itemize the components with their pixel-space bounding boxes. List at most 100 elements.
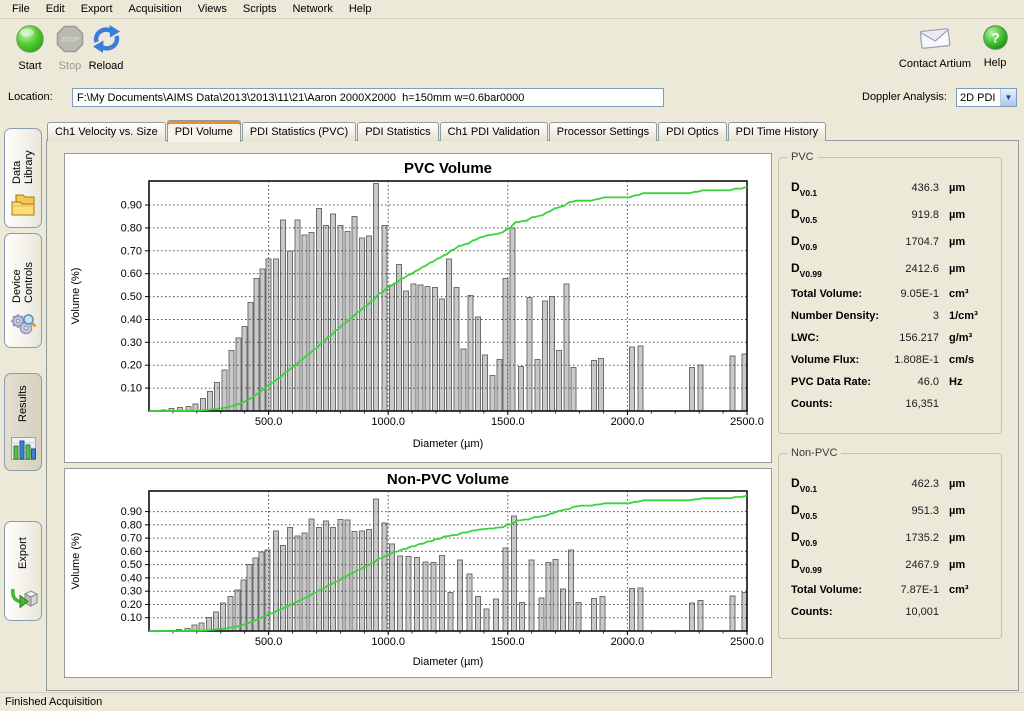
stat-row: DV0.992467.9µm	[791, 557, 991, 584]
stat-value: 46.0	[871, 376, 949, 388]
stat-row: Counts:10,001	[791, 606, 991, 628]
svg-text:PVC Volume: PVC Volume	[404, 160, 492, 177]
svg-text:0.70: 0.70	[121, 245, 142, 257]
status-bar: Finished Acquisition	[0, 692, 1024, 711]
folders-icon	[9, 192, 37, 221]
menu-bar: FileEditExportAcquisitionViewsScriptsNet…	[0, 0, 1024, 19]
stat-row: LWC:156.217g/m³	[791, 332, 991, 354]
svg-text:Non-PVC Volume: Non-PVC Volume	[387, 471, 509, 488]
menu-item-export[interactable]: Export	[73, 1, 121, 17]
stat-row: DV0.1462.3µm	[791, 476, 991, 503]
groupbox-title: Non-PVC	[787, 447, 841, 459]
location-row: Location: Doppler Analysis: 2D PDI ▼	[0, 84, 1024, 112]
stat-unit: 1/cm³	[949, 310, 991, 322]
stat-value: 9.05E-1	[862, 288, 949, 300]
help-button[interactable]: ? Help	[973, 24, 1017, 69]
sidebar-item-device-controls[interactable]: Device Controls	[4, 233, 42, 348]
tab-strip: Ch1 Velocity vs. SizePDI VolumePDI Stati…	[47, 119, 827, 141]
menu-item-file[interactable]: File	[4, 1, 38, 17]
toolbar: StartSTOPStopReloadContact Artium?Help	[0, 20, 1024, 82]
results-icon	[10, 436, 37, 464]
svg-text:?: ?	[991, 30, 1000, 46]
sidebar-item-label: Device Controls	[11, 234, 35, 309]
pvc-volume-chart: 0.100.200.300.400.500.600.700.800.90500.…	[64, 153, 772, 463]
groupbox-title: PVC	[787, 151, 818, 163]
stat-label: Number Density:	[791, 310, 879, 322]
stat-value: 436.3	[817, 182, 949, 194]
stat-label: DV0.99	[791, 557, 822, 573]
svg-text:0.40: 0.40	[121, 314, 142, 326]
svg-text:0.20: 0.20	[121, 360, 142, 372]
menu-item-network[interactable]: Network	[284, 1, 340, 17]
non-pvc-volume-chart: 0.100.200.300.400.500.600.700.800.90500.…	[64, 468, 772, 678]
menu-item-views[interactable]: Views	[190, 1, 235, 17]
reload-button[interactable]: Reload	[84, 24, 128, 72]
stat-value: 1.808E-1	[859, 354, 949, 366]
doppler-analysis-select[interactable]: 2D PDI ▼	[956, 88, 1017, 107]
tab-processor-settings[interactable]: Processor Settings	[549, 122, 657, 141]
svg-text:0.20: 0.20	[121, 599, 142, 611]
sidebar-item-export[interactable]: Export	[4, 521, 42, 621]
menu-item-edit[interactable]: Edit	[38, 1, 73, 17]
stat-row: DV0.91735.2µm	[791, 530, 991, 557]
stat-row: DV0.91704.7µm	[791, 234, 991, 261]
export-icon	[9, 586, 38, 614]
envelope-icon	[916, 24, 954, 55]
stat-value: 1735.2	[817, 532, 949, 544]
stat-value: 2412.6	[822, 263, 949, 275]
sidebar-item-data-library[interactable]: Data Library	[4, 128, 42, 228]
tab-ch1-pdi-validation[interactable]: Ch1 PDI Validation	[440, 122, 548, 141]
tab-pdi-time-history[interactable]: PDI Time History	[728, 122, 827, 141]
stat-row: Total Volume:7.87E-1cm³	[791, 584, 991, 606]
stat-unit: µm	[949, 209, 991, 221]
stat-unit: µm	[949, 505, 991, 517]
stat-row: Volume Flux:1.808E-1cm/s	[791, 354, 991, 376]
stat-unit: µm	[949, 532, 991, 544]
tab-pdi-statistics-pvc-[interactable]: PDI Statistics (PVC)	[242, 122, 356, 141]
menu-item-scripts[interactable]: Scripts	[235, 1, 285, 17]
sidebar-item-label: Data Library	[11, 129, 35, 190]
svg-text:Diameter (µm): Diameter (µm)	[413, 656, 484, 668]
tab-pdi-statistics[interactable]: PDI Statistics	[357, 122, 438, 141]
sidebar-item-results[interactable]: Results	[4, 373, 42, 471]
stat-unit: µm	[949, 263, 991, 275]
stat-label: DV0.1	[791, 476, 817, 492]
stat-label: LWC:	[791, 332, 819, 344]
svg-text:0.50: 0.50	[121, 559, 142, 571]
chevron-down-icon[interactable]: ▼	[1000, 89, 1016, 106]
tab-pdi-optics[interactable]: PDI Optics	[658, 122, 727, 141]
stat-label: PVC Data Rate:	[791, 376, 871, 388]
tab-pdi-volume[interactable]: PDI Volume	[167, 120, 241, 142]
stat-unit: g/m³	[949, 332, 991, 344]
stat-unit: µm	[949, 559, 991, 571]
svg-text:0.60: 0.60	[121, 546, 142, 558]
menu-item-help[interactable]: Help	[341, 1, 380, 17]
stat-value: 951.3	[817, 505, 949, 517]
contact-artium-button[interactable]: Contact Artium	[898, 24, 972, 70]
svg-text:2000.0: 2000.0	[611, 636, 645, 648]
device-controls-icon	[9, 311, 37, 341]
location-input[interactable]	[72, 88, 664, 107]
tab-ch1-velocity-vs-size[interactable]: Ch1 Velocity vs. Size	[47, 122, 166, 141]
stat-label: Counts:	[791, 398, 833, 410]
stat-unit: cm/s	[949, 354, 991, 366]
stat-row: Number Density:31/cm³	[791, 310, 991, 332]
stat-unit: Hz	[949, 376, 991, 388]
toolbar-button-label: Help	[984, 57, 1007, 69]
menu-item-acquisition[interactable]: Acquisition	[121, 1, 190, 17]
stat-unit: cm³	[949, 584, 991, 596]
svg-text:0.80: 0.80	[121, 519, 142, 531]
status-text: Finished Acquisition	[5, 696, 102, 708]
svg-text:0.50: 0.50	[121, 291, 142, 303]
svg-text:0.90: 0.90	[121, 506, 142, 518]
svg-text:1000.0: 1000.0	[371, 416, 405, 428]
svg-text:2500.0: 2500.0	[730, 416, 764, 428]
start-button[interactable]: Start	[8, 24, 52, 72]
svg-text:1500.0: 1500.0	[491, 416, 525, 428]
stat-value: 2467.9	[822, 559, 949, 571]
location-label: Location:	[8, 91, 53, 103]
stat-value: 16,351	[833, 398, 949, 410]
svg-text:Volume (%): Volume (%)	[70, 268, 82, 325]
svg-text:Volume (%): Volume (%)	[70, 533, 82, 590]
svg-text:1000.0: 1000.0	[371, 636, 405, 648]
